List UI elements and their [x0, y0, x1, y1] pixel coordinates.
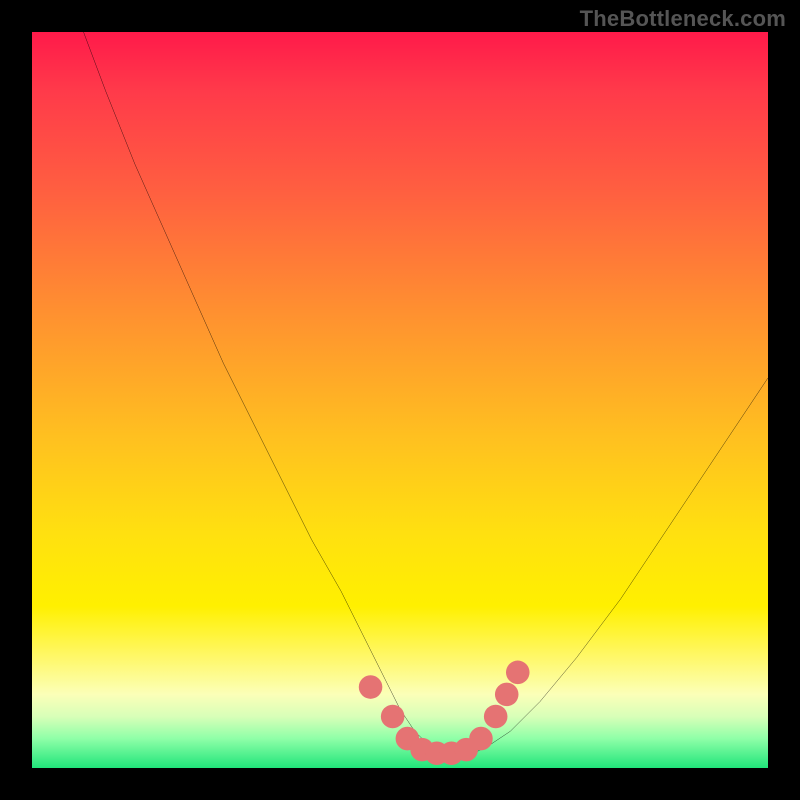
marker-dot: [506, 661, 530, 685]
optimal-range-markers: [359, 661, 530, 766]
bottleneck-curve-svg: [32, 32, 768, 768]
watermark-text: TheBottleneck.com: [580, 6, 786, 32]
marker-dot: [484, 705, 508, 729]
bottleneck-curve: [84, 32, 768, 753]
marker-dot: [381, 705, 405, 729]
marker-dot: [469, 727, 493, 751]
marker-dot: [359, 675, 383, 699]
marker-dot: [495, 683, 519, 707]
chart-frame: TheBottleneck.com: [0, 0, 800, 800]
plot-area: [32, 32, 768, 768]
